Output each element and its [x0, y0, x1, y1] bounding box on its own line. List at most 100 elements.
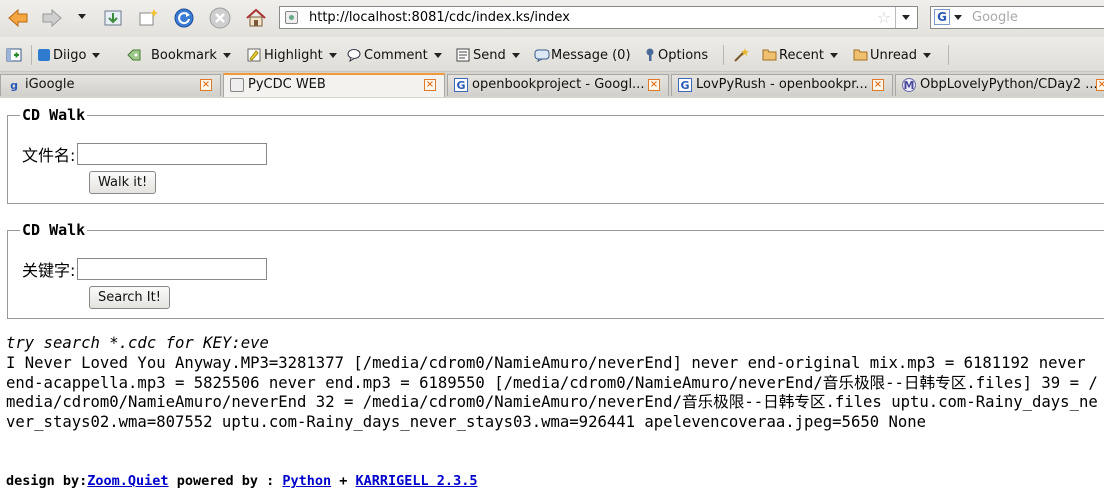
walk-fieldset: CD Walk 文件名: Walk it! [7, 106, 1104, 204]
keyword-input[interactable] [77, 258, 268, 280]
close-tab-icon[interactable]: × [200, 79, 212, 91]
google-favicon-icon: G [454, 78, 468, 92]
toolbar-item-message[interactable]: Message (0) [534, 46, 631, 64]
site-identity-icon[interactable] [285, 11, 298, 24]
chevron-down-icon [433, 52, 442, 58]
tab-pycdc-web[interactable]: PyCDC WEB × [223, 73, 445, 97]
close-tab-icon[interactable]: × [1096, 79, 1104, 91]
close-tab-icon[interactable]: × [872, 79, 884, 91]
search-legend: CD Walk [22, 221, 86, 239]
walk-button[interactable]: Walk it! [89, 171, 157, 194]
sidebar-add-icon [6, 48, 22, 62]
url-text[interactable]: http://localhost:8081/cdc/index.ks/index [309, 10, 570, 25]
reload-icon [174, 8, 194, 28]
search-fieldset: CD Walk 关键字: Search It! [7, 221, 1104, 319]
comment-icon [347, 48, 361, 63]
toolbar-item-bookmark[interactable]: Bookmark [126, 46, 231, 64]
home-icon [246, 8, 266, 27]
toolbar-item-comment[interactable]: Comment [347, 46, 442, 64]
tab-igoogle[interactable]: g iGoogle × [0, 74, 221, 96]
magic-wand-icon [734, 48, 749, 62]
page-favicon-icon [230, 78, 244, 92]
close-tab-icon[interactable]: × [648, 79, 660, 91]
plus-label: + [331, 473, 356, 489]
footer: design by:Zoom.Quiet powered by : Python… [6, 473, 477, 489]
toolbar-item-label: Message (0) [551, 47, 631, 63]
filename-input[interactable] [77, 143, 268, 165]
sparkle-page-icon [139, 9, 158, 26]
author-link[interactable]: Zoom.Quiet [87, 473, 168, 489]
toolbar-separator [31, 45, 32, 65]
addon-toolbar: Diigo Bookmark Highlight Comment Send Me… [0, 37, 1104, 72]
toolbar-item-label: Recent [779, 47, 824, 63]
tab-label: openbookproject - Googl... [472, 77, 645, 92]
walk-row: 文件名: [22, 142, 268, 166]
search-hint: try search *.cdc for KEY:eve [6, 334, 269, 352]
address-dropdown-button[interactable] [896, 7, 917, 28]
toolbar-item-options[interactable]: Options [645, 46, 708, 64]
toolbar-item-highlight[interactable]: Highlight [247, 46, 337, 64]
search-placeholder[interactable]: Google [972, 10, 1018, 25]
toolbar-item-label: Highlight [264, 47, 323, 63]
home-button[interactable] [243, 5, 269, 31]
toolbar-item-recent[interactable]: Recent [762, 46, 838, 64]
chevron-down-icon [222, 52, 231, 58]
close-tab-icon[interactable]: × [424, 79, 436, 91]
search-row: 关键字: [22, 257, 268, 281]
chevron-down-icon [923, 52, 932, 58]
stop-button[interactable] [207, 5, 233, 31]
tab-lovpyrush[interactable]: G LovPyRush - openbookpr... × [671, 74, 893, 96]
new-item-button[interactable] [135, 5, 161, 31]
tab-label: PyCDC WEB [248, 77, 326, 92]
bookmark-star-icon[interactable]: ☆ [877, 8, 891, 27]
toolbar-item-label: Comment [364, 47, 428, 63]
message-icon [534, 48, 550, 63]
search-bar[interactable]: G Google [930, 6, 1104, 29]
chevron-down-icon [92, 52, 101, 58]
send-icon [456, 48, 470, 62]
tab-obplovelypython[interactable]: M ObpLovelyPython/CDay2 ... × [895, 74, 1104, 96]
folder-icon [853, 48, 868, 62]
tab-label: iGoogle [25, 77, 75, 92]
tab-strip: g iGoogle × PyCDC WEB × G openbookprojec… [0, 72, 1104, 98]
chevron-down-icon [511, 52, 520, 58]
toolbar-item-unread[interactable]: Unread [853, 46, 932, 64]
python-link[interactable]: Python [282, 473, 331, 489]
options-icon [645, 48, 655, 62]
search-button[interactable]: Search It! [89, 286, 170, 309]
toolbar-item-label: Unread [870, 47, 918, 63]
back-button[interactable] [4, 5, 32, 31]
reload-button[interactable] [171, 5, 197, 31]
folder-icon [762, 48, 777, 62]
toolbar-item-label: Options [658, 47, 709, 63]
google-engine-icon[interactable]: G [934, 9, 950, 25]
address-bar[interactable]: http://localhost:8081/cdc/index.ks/index… [279, 6, 918, 29]
toolbar-item-diigo[interactable]: Diigo [38, 46, 101, 64]
download-button[interactable] [100, 5, 126, 31]
highlight-icon [247, 48, 261, 62]
tab-openbookproject[interactable]: G openbookproject - Googl... × [447, 74, 669, 96]
engine-dropdown-icon[interactable] [954, 15, 962, 20]
design-by-label: design by: [6, 473, 88, 489]
chevron-down-icon [328, 52, 337, 58]
page-content: CD Walk 文件名: Walk it! CD Walk 关键字: Searc… [0, 98, 1104, 495]
walk-legend: CD Walk [22, 106, 86, 124]
chevron-down-icon [902, 15, 910, 20]
toolbar-wand-button[interactable] [733, 46, 749, 64]
bookmark-sidebar-button[interactable] [6, 46, 22, 64]
search-results: I Never Loved You Anyway.MP3=3281377 [/m… [6, 354, 1098, 431]
navigation-toolbar: http://localhost:8081/cdc/index.ks/index… [0, 0, 1104, 37]
history-dropdown-icon[interactable] [78, 14, 86, 19]
tab-label: LovPyRush - openbookpr... [696, 77, 868, 92]
forward-arrow-icon [42, 8, 62, 28]
stop-icon [209, 7, 231, 29]
back-arrow-icon [8, 8, 28, 28]
karrigell-link[interactable]: KARRIGELL 2.3.5 [356, 473, 478, 489]
toolbar-item-send[interactable]: Send [456, 46, 520, 64]
keyword-label: 关键字: [22, 261, 76, 280]
toolbar-item-label: Diigo [53, 47, 87, 63]
forward-button[interactable] [38, 5, 66, 31]
toolbar-separator [948, 45, 949, 65]
moinmoin-favicon-icon: M [902, 78, 916, 92]
google-favicon-icon: G [678, 78, 692, 92]
